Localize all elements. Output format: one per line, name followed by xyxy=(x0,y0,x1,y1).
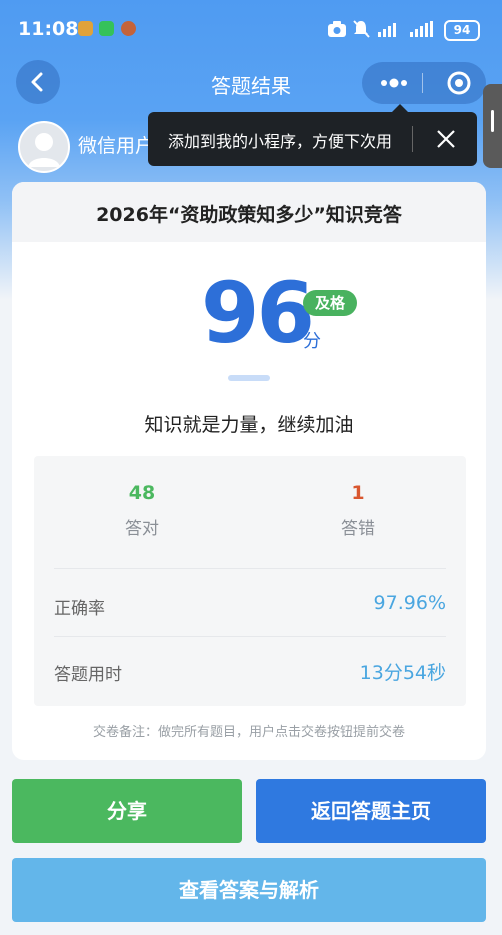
notification-app-icon xyxy=(121,21,136,36)
time-value: 13分54秒 xyxy=(359,662,446,684)
score-underline xyxy=(228,375,270,381)
stats-divider xyxy=(54,568,446,569)
stats-divider xyxy=(54,636,446,637)
tooltip-close-button[interactable] xyxy=(428,120,464,158)
user-avatar-icon xyxy=(28,133,60,167)
more-button[interactable] xyxy=(362,62,422,104)
battery-indicator: 94 xyxy=(444,20,480,41)
card-header: 2026年“资助政策知多少”知识竞答 xyxy=(12,182,486,242)
status-time: 11:08 xyxy=(18,18,79,40)
close-icon xyxy=(437,130,455,148)
close-miniprogram-button[interactable] xyxy=(424,62,486,104)
correct-count: 48 xyxy=(128,482,156,504)
wrong-label: 答错 xyxy=(341,519,375,539)
accuracy-label: 正确率 xyxy=(54,599,105,619)
view-answers-button[interactable]: 查看答案与解析 xyxy=(12,858,486,922)
quiz-title: 2026年“资助政策知多少”知识竞答 xyxy=(96,204,402,226)
tooltip-divider xyxy=(412,126,413,152)
avatar xyxy=(18,121,70,173)
wrong-count: 1 xyxy=(351,482,365,504)
result-card: 2026年“资助政策知多少”知识竞答 96 及格 分 知识就是力量，继续加油 4… xyxy=(12,182,486,760)
signal-icon xyxy=(410,21,433,37)
camera-icon xyxy=(328,21,346,37)
submission-note: 交卷备注：做完所有题目，用户点击交卷按钮提前交卷 xyxy=(92,725,405,740)
accuracy-value: 97.96% xyxy=(373,592,446,614)
mute-bell-icon xyxy=(353,20,370,38)
tooltip-arrow xyxy=(392,104,408,112)
capsule-divider xyxy=(422,73,423,93)
user-name: 微信用户 xyxy=(78,135,155,157)
share-button[interactable]: 分享 xyxy=(12,779,242,843)
stats-panel: 48 答对 1 答错 正确率 97.96% 答题用时 13分54秒 xyxy=(34,456,466,706)
score-unit: 分 xyxy=(303,331,321,352)
add-miniprogram-tooltip: 添加到我的小程序，方便下次用 xyxy=(148,104,477,166)
notification-app-icon xyxy=(78,21,93,36)
miniprogram-capsule xyxy=(362,62,486,104)
status-bar: 11:08 94 xyxy=(0,0,502,58)
tooltip-text: 添加到我的小程序，方便下次用 xyxy=(168,132,393,151)
score-value: 96 xyxy=(201,264,315,362)
wechat-notification-icon xyxy=(99,21,114,36)
signal-icon xyxy=(378,23,396,37)
time-label: 答题用时 xyxy=(54,665,122,685)
motto-text: 知识就是力量，继续加油 xyxy=(144,414,354,436)
correct-label: 答对 xyxy=(125,519,159,539)
target-circle-icon xyxy=(447,71,471,95)
back-to-home-button[interactable]: 返回答题主页 xyxy=(256,779,486,843)
floating-window-handle[interactable] xyxy=(483,84,502,168)
pass-badge: 及格 xyxy=(303,290,357,316)
more-dots-icon xyxy=(381,78,407,88)
